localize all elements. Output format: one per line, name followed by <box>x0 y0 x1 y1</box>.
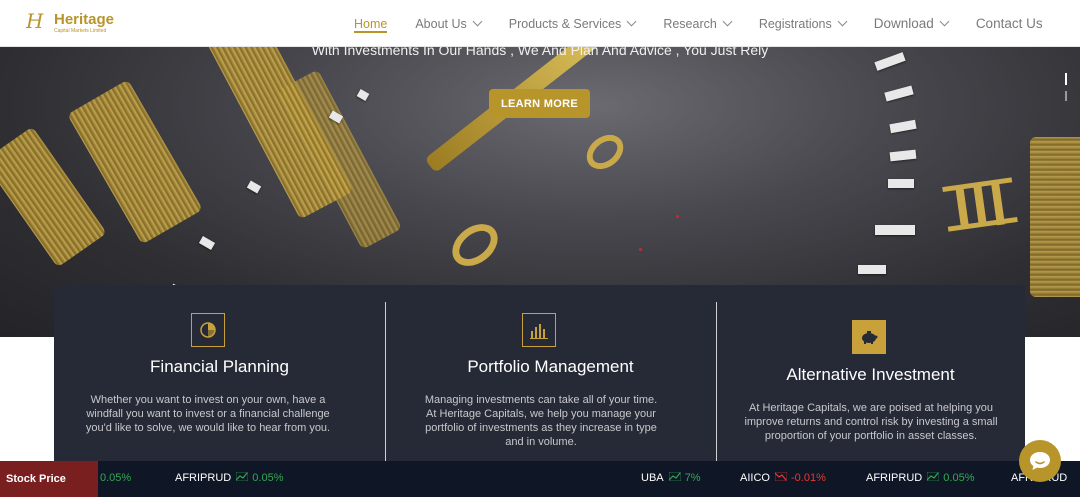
slider-dot <box>639 248 642 251</box>
nav-download[interactable]: Download <box>873 0 950 47</box>
nav-about-us-label: About Us <box>415 16 467 31</box>
nav-home[interactable]: Home <box>354 0 388 47</box>
ticker-item[interactable]: AIICO -0.01% <box>740 471 826 484</box>
service-title: Portfolio Management <box>467 357 634 376</box>
ticker-symbol: UBA <box>641 472 664 484</box>
clock-hand-ring <box>444 215 506 275</box>
chevron-down-icon <box>837 16 848 27</box>
service-card-portfolio-management[interactable]: Portfolio Management Managing investment… <box>385 285 716 460</box>
ticker-symbol: AFRIPRUD <box>175 472 232 484</box>
service-description: Managing investments can take all of you… <box>424 394 658 448</box>
nav-contact-us-label: Contact Us <box>975 16 1043 31</box>
ticker-change: 0.05% <box>943 472 975 484</box>
slider-indicator-active[interactable] <box>1065 73 1067 85</box>
coin-stack-image <box>1030 137 1080 297</box>
ticker-change: 0.05% <box>252 472 284 484</box>
ticker-change: 0.05% <box>100 472 132 484</box>
ticker-change: -0.01% <box>791 472 826 484</box>
pie-chart-icon <box>191 313 225 347</box>
service-card-alternative-investment[interactable]: Alternative Investment At Heritage Capit… <box>716 285 1025 460</box>
service-title: Alternative Investment <box>786 365 955 384</box>
clock-tick <box>889 149 917 162</box>
service-description: At Heritage Capitals, we are poised at h… <box>744 402 998 442</box>
chat-bubble-icon <box>1030 452 1050 470</box>
clock-hand-ring <box>580 127 630 177</box>
clock-tick <box>198 236 216 250</box>
trend-down-icon <box>774 471 788 482</box>
clock-tick <box>858 265 886 274</box>
ticker-item[interactable]: UBA 7% <box>641 471 701 484</box>
clock-tick <box>246 180 262 194</box>
trend-up-icon <box>235 471 249 482</box>
trend-up-icon <box>926 471 940 482</box>
ticker-symbol: AFRIPRUD <box>866 472 923 484</box>
service-card-financial-planning[interactable]: Financial Planning Whether you want to i… <box>54 285 385 460</box>
chevron-down-icon <box>626 16 637 27</box>
nav-research-label: Research <box>663 16 717 31</box>
clock-tick <box>889 119 917 134</box>
ticker-symbol: AIICO <box>740 472 770 484</box>
stock-price-label: Stock Price <box>0 461 98 497</box>
nav-registrations[interactable]: Registrations <box>758 0 848 47</box>
chevron-down-icon <box>722 16 733 27</box>
ticker-item[interactable]: 0.05% <box>100 472 131 484</box>
nav-home-label: Home <box>354 16 388 31</box>
stock-ticker: Stock Price 0.05% AFRIPRUD 0.05% UBA 7% … <box>0 461 1080 497</box>
main-nav: Home About Us Products & Services Resear… <box>354 0 1043 47</box>
clock-tick <box>356 89 370 101</box>
hero-tagline: With Investments In Our Hands , We And P… <box>311 47 769 58</box>
service-description: Whether you want to invest on your own, … <box>85 394 331 434</box>
ticker-change-wrap: 0.05% <box>235 471 284 484</box>
nav-research[interactable]: Research <box>663 0 733 47</box>
heritage-logo[interactable]: H Heritage Capital Markets Limited <box>26 11 126 37</box>
nav-registrations-label: Registrations <box>758 16 832 31</box>
clock-tick <box>875 225 915 235</box>
chevron-down-icon <box>939 16 950 27</box>
trend-up-icon <box>668 471 681 482</box>
slider-dot <box>676 215 679 218</box>
slider-indicator[interactable] <box>1065 91 1067 101</box>
bar-chart-icon <box>522 313 556 347</box>
site-header: H Heritage Capital Markets Limited Home … <box>0 0 1080 47</box>
learn-more-button[interactable]: LEARN MORE <box>489 89 590 118</box>
nav-about-us[interactable]: About Us <box>415 0 483 47</box>
chat-button[interactable] <box>1019 440 1061 482</box>
piggy-bank-icon <box>852 320 886 354</box>
clock-tick <box>884 85 914 102</box>
logo-subtitle: Capital Markets Limited <box>54 28 107 34</box>
chevron-down-icon <box>472 16 483 27</box>
nav-products-services-label: Products & Services <box>508 16 622 31</box>
ticker-change-wrap: 7% <box>668 471 701 484</box>
logo-letter: H <box>26 9 44 33</box>
ticker-change: 7% <box>684 472 701 484</box>
ticker-change-wrap: -0.01% <box>774 471 826 484</box>
clock-tick <box>888 179 914 188</box>
nav-contact-us[interactable]: Contact Us <box>976 0 1043 47</box>
logo-word: Heritage <box>54 11 115 28</box>
service-title: Financial Planning <box>150 357 289 376</box>
ticker-item[interactable]: AFRIPRUD 0.05% <box>866 471 975 484</box>
nav-products-services[interactable]: Products & Services <box>508 0 637 47</box>
ticker-change-wrap: 0.05% <box>926 471 975 484</box>
ticker-item[interactable]: AFRIPRUD 0.05% <box>175 471 284 484</box>
services-panel: Financial Planning Whether you want to i… <box>54 285 1025 475</box>
nav-download-label: Download <box>873 16 934 31</box>
